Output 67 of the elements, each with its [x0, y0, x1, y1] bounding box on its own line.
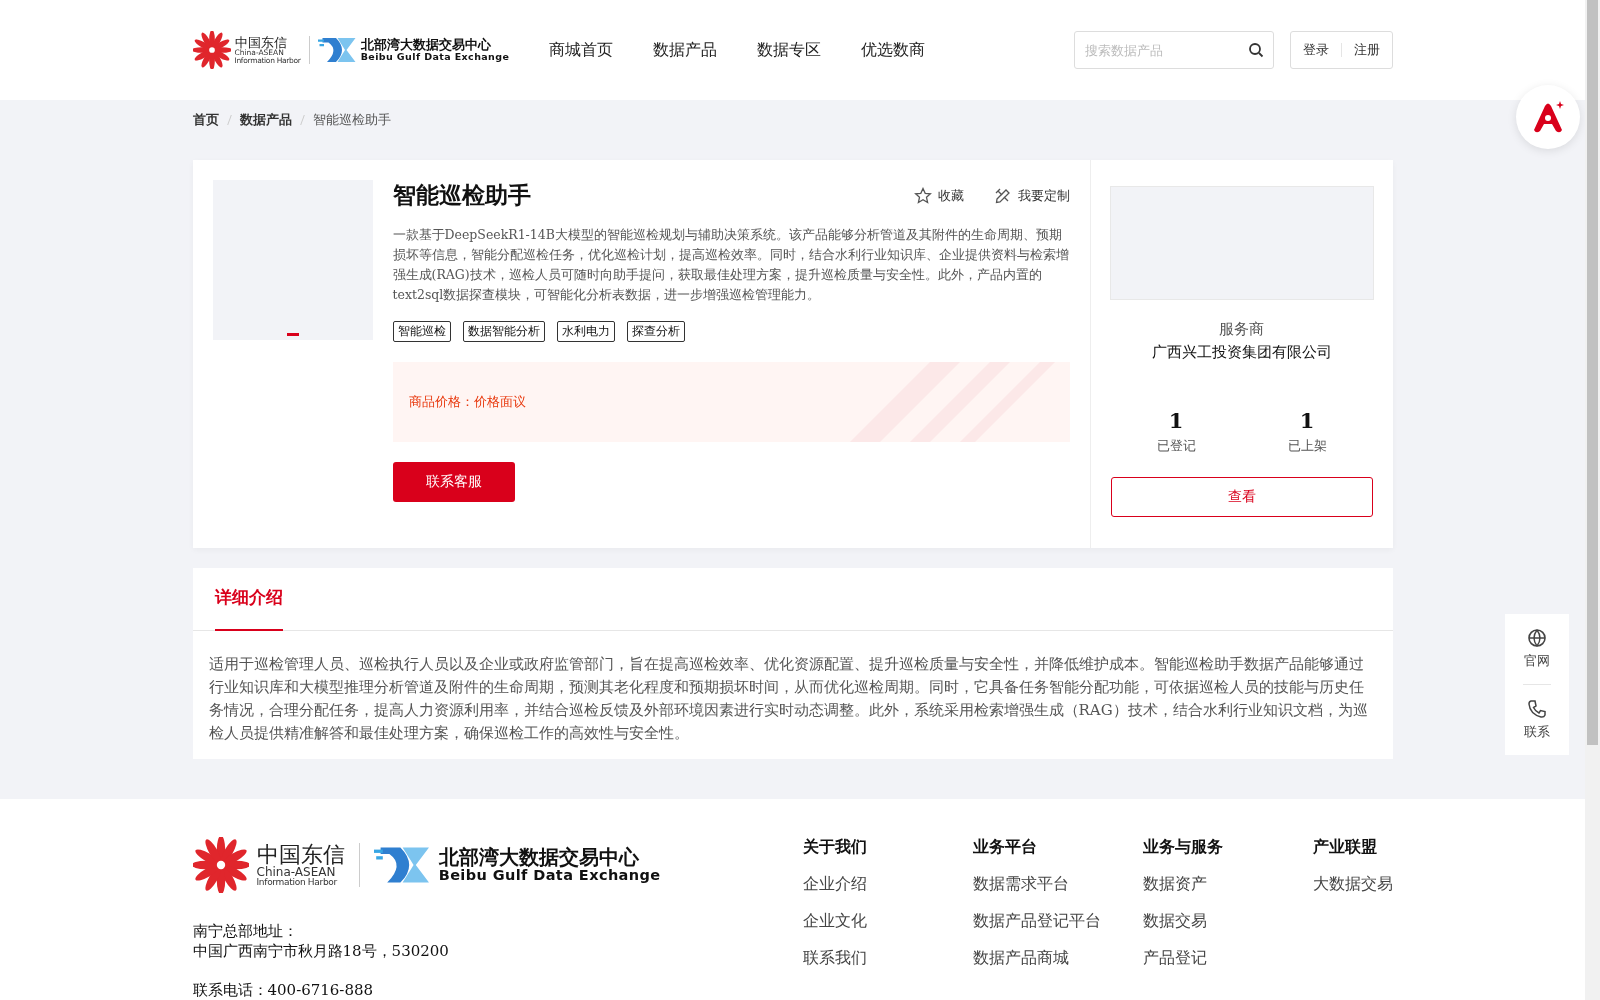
- stat-label: 已上架: [1287, 437, 1327, 455]
- detail-text: 适用于巡检管理人员、巡检执行人员以及企业或政府监管部门，旨在提高巡检效率、优化资源配置、提升巡检质量与安全性，并降低维护成本。智能巡检助手数据产品能够通过行业知识库和大模型推理分析管道及附件的生命周期，预测其老化程度和预期损坏时间，从而优化巡检周期。同时，它具备任务智能分配功能，可依据巡检人员的技能与历史任务情况，合理分配任务，提高人力资源利用率，并结合巡检反馈及外部环境因素进行实时动态调整。此外，系统采用检索增强生成（RAG）技术，结合水利行业知识文档，为巡检人员提供精准解答和最佳处理方案，确保巡检工作的高效性与安全性。: [207, 654, 1369, 744]
- logo-text: 北部湾大数据交易中心: [438, 846, 639, 869]
- auth-link[interactable]: 注册: [1353, 41, 1380, 59]
- footer-heading: 关于我们: [802, 837, 868, 858]
- footer-link[interactable]: 数据产品商城: [972, 948, 1143, 969]
- provider-name: 广西兴工投资集团有限公司: [1151, 343, 1332, 362]
- globe-icon: [1527, 628, 1547, 648]
- favorite-button[interactable]: 收藏: [913, 186, 964, 205]
- logo-text: 中国东信: [256, 843, 345, 866]
- tag: 水利电力: [556, 321, 615, 342]
- footer-link[interactable]: 企业文化: [802, 911, 973, 932]
- search-icon: [1247, 42, 1264, 58]
- breadcrumb-link[interactable]: 数据产品: [239, 111, 292, 129]
- footer-link[interactable]: 数据资产: [1142, 874, 1313, 895]
- scrollbar-thumb[interactable]: [1587, 0, 1598, 745]
- footer-link[interactable]: 联系我们: [802, 948, 973, 969]
- footer-link[interactable]: 数据需求平台: [972, 874, 1143, 895]
- search-field[interactable]: 搜索数据产品: [1073, 31, 1274, 69]
- nav-link[interactable]: 优选数商: [861, 39, 926, 61]
- price-value: 价格面议: [473, 393, 526, 411]
- auth-link[interactable]: 登录: [1302, 41, 1329, 59]
- contact-button[interactable]: 联系: [1524, 695, 1550, 745]
- website-button[interactable]: 官网: [1524, 624, 1550, 674]
- star-icon: [913, 186, 932, 205]
- footer-link[interactable]: 企业介绍: [802, 874, 973, 895]
- flower-logo-icon: [192, 837, 249, 893]
- customize-button[interactable]: 我要定制: [993, 186, 1070, 205]
- footer-link[interactable]: 数据交易: [1142, 911, 1313, 932]
- footer-link[interactable]: 产品登记: [1142, 948, 1313, 969]
- footer-heading: 业务平台: [972, 837, 1038, 858]
- price-label: 商品价格：: [408, 393, 474, 411]
- footer-link[interactable]: 大数据交易: [1312, 874, 1393, 895]
- stat-value: 1: [1298, 408, 1316, 433]
- nav-link[interactable]: 数据产品: [653, 39, 718, 61]
- tag: 探查分析: [626, 321, 685, 342]
- address-text: 中国广西南宁市秋月路18号，530200: [192, 941, 450, 961]
- logo-text: Beibu Gulf Data Exchange: [438, 868, 661, 884]
- phone-text: 联系电话：400-6716-888: [192, 981, 375, 1000]
- logo-text: 北部湾大数据交易中心: [360, 37, 492, 52]
- footer-heading: 业务与服务: [1142, 837, 1224, 858]
- product-title: 智能巡检助手: [392, 181, 531, 210]
- tag: 智能巡检: [392, 321, 451, 342]
- view-button[interactable]: 查看: [1110, 477, 1373, 517]
- stat-value: 1: [1167, 408, 1185, 433]
- address-label: 南宁总部地址：: [192, 921, 299, 941]
- nav-link[interactable]: 数据专区: [757, 39, 822, 61]
- logo-text: Beibu Gulf Data Exchange: [360, 51, 510, 63]
- bx-logo-icon: [317, 35, 357, 65]
- flower-logo-icon: [192, 31, 231, 69]
- contact-service-button[interactable]: 联系客服: [392, 462, 515, 502]
- pencil-ruler-icon: [993, 186, 1012, 205]
- breadcrumb-current: 智能巡检助手: [312, 111, 391, 129]
- tag: 数据智能分析: [462, 321, 545, 342]
- product-description: 一款基于DeepSeekR1-14B大模型的智能巡检规划与辅助决策系统。该产品能够分析管道及其附件的生命周期、预期损坏等信息，智能分配巡检任务，优化巡检计划，提高巡检效率。同时，结合水利行业知识库、企业提供资料与检索增强生成(RAG)技术，巡检人员可随时向助手提问，获取最佳处理方案，提升巡检质量与安全性。此外，产品内置的text2sql数据探查模块，可智能化分析表数据，进一步增强巡检管理能力。: [392, 226, 1070, 304]
- breadcrumb-link[interactable]: 首页: [192, 111, 219, 129]
- carousel-indicator[interactable]: [286, 333, 299, 336]
- footer-link[interactable]: 数据产品登记平台: [972, 911, 1143, 932]
- logo-text: Information Harbor: [256, 877, 338, 887]
- logo-text: 中国东信: [234, 36, 288, 49]
- nav-link[interactable]: 商城首页: [549, 39, 614, 61]
- provider-label: 服务商: [1219, 320, 1264, 339]
- detail-tab[interactable]: 详细介绍: [214, 568, 283, 631]
- phone-icon: [1527, 699, 1547, 719]
- logo-text: China-ASEAN: [256, 865, 336, 878]
- stat-label: 已登记: [1156, 437, 1196, 455]
- footer-heading: 产业联盟: [1312, 837, 1378, 858]
